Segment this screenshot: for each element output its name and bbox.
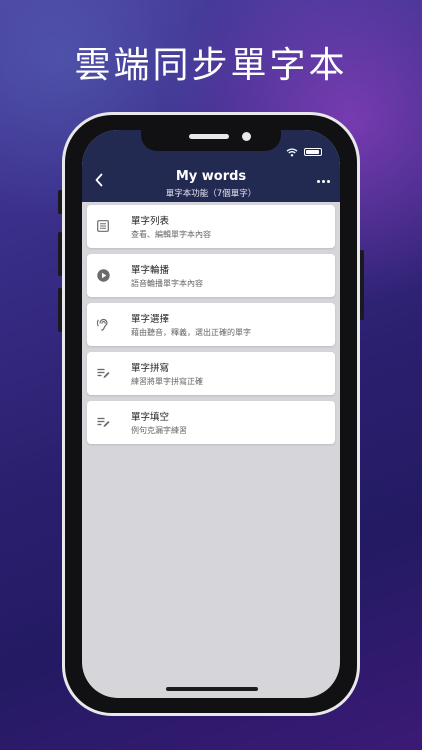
edit-lines-icon <box>96 415 110 429</box>
battery-icon <box>304 147 322 156</box>
status-bar <box>286 142 322 161</box>
list-item-subtitle: 練習將單字拼寫正確 <box>131 377 203 386</box>
list-item-subtitle: 例句克漏字練習 <box>131 426 187 435</box>
list-icon <box>96 219 110 233</box>
list-item-word-cloze[interactable]: 單字填空 例句克漏字練習 <box>87 401 335 444</box>
edit-lines-icon <box>96 366 110 380</box>
play-circle-icon <box>96 268 110 282</box>
list-item-word-spelling[interactable]: 單字拼寫 練習將單字拼寫正確 <box>87 352 335 395</box>
wifi-icon <box>286 142 298 161</box>
phone-screen: My words 單字本功能（7個單字） 單字列表 查看、編輯單字本內容 單字輪… <box>82 130 340 698</box>
list-item-word-carousel[interactable]: 單字輪播 語音輪播單字本內容 <box>87 254 335 297</box>
list-item-title: 單字選擇 <box>131 314 170 325</box>
feature-list: 單字列表 查看、編輯單字本內容 單字輪播 語音輪播單字本內容 單字選擇 藉由聽音… <box>87 205 335 450</box>
list-item-word-choice[interactable]: 單字選擇 藉由聽音，釋義，選出正確的單字 <box>87 303 335 346</box>
promo-headline: 雲端同步單字本 <box>74 45 348 86</box>
list-item-subtitle: 語音輪播單字本內容 <box>131 279 203 288</box>
list-item-title: 單字填空 <box>131 412 170 423</box>
phone-notch <box>141 127 281 151</box>
speaker-grille <box>189 134 229 139</box>
home-indicator[interactable] <box>166 687 258 691</box>
list-item-word-list[interactable]: 單字列表 查看、編輯單字本內容 <box>87 205 335 248</box>
more-options-button[interactable] <box>314 174 332 188</box>
list-item-subtitle: 藉由聽音，釋義，選出正確的單字 <box>131 328 251 337</box>
more-dot <box>326 179 330 183</box>
list-item-title: 單字拼寫 <box>131 363 170 374</box>
front-camera <box>242 132 251 141</box>
phone-frame: My words 單字本功能（7個單字） 單字列表 查看、編輯單字本內容 單字輪… <box>62 112 360 716</box>
more-dot <box>316 179 320 183</box>
more-dot <box>321 179 325 183</box>
list-item-subtitle: 查看、編輯單字本內容 <box>131 230 211 239</box>
list-item-title: 單字列表 <box>131 216 170 227</box>
ear-icon <box>96 317 110 331</box>
page-title: My words <box>175 169 247 184</box>
page-subtitle: 單字本功能（7個單字） <box>165 189 257 199</box>
list-item-title: 單字輪播 <box>131 265 170 276</box>
